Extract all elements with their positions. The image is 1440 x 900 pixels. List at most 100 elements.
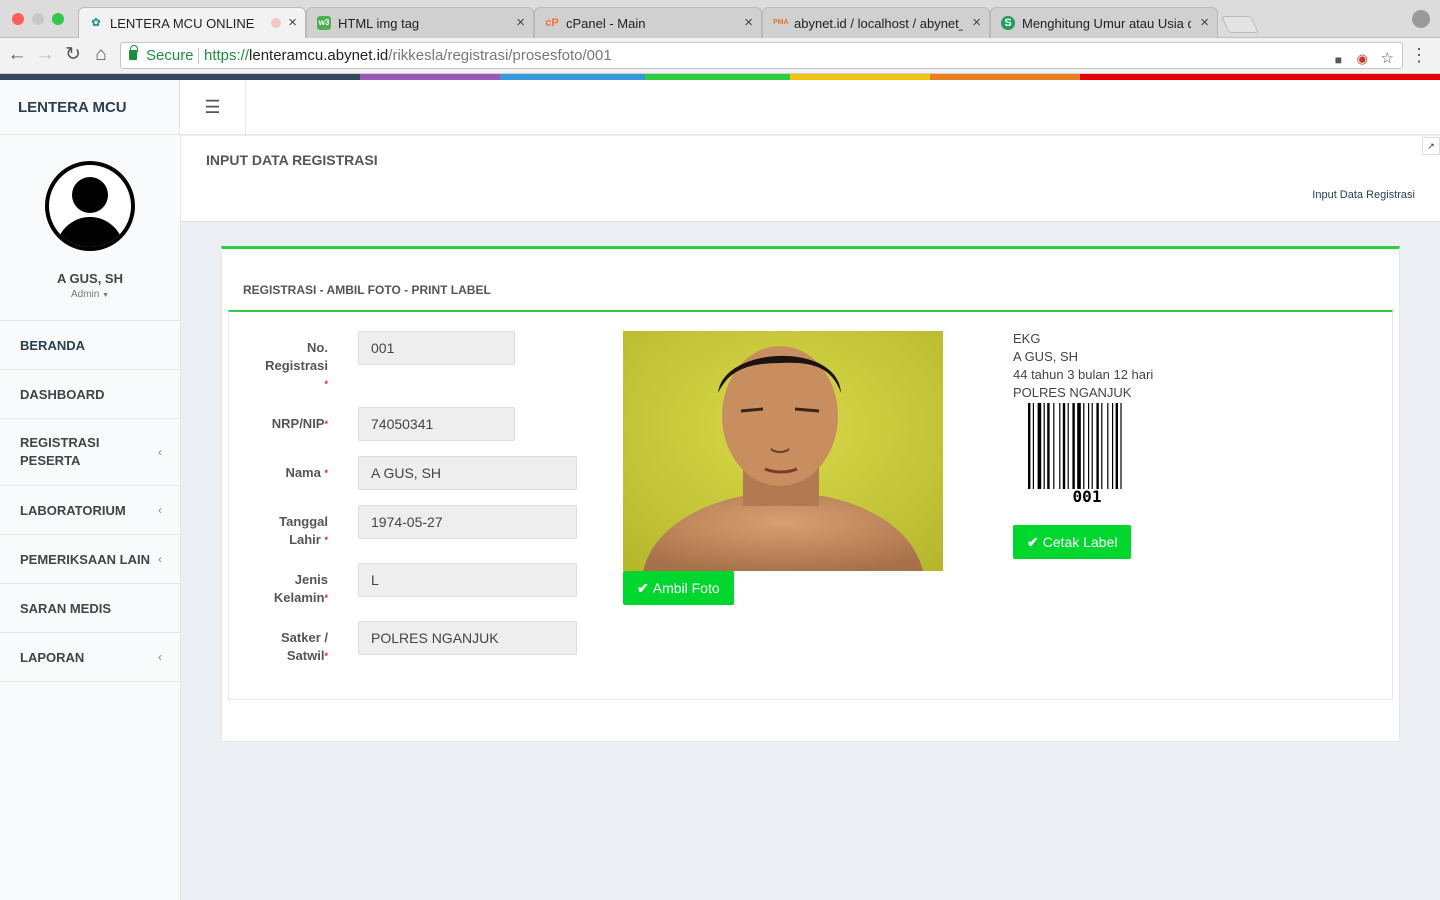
- barcode-image: [1028, 403, 1122, 489]
- reload-icon[interactable]: ↻: [62, 44, 84, 66]
- blocked-content-icon[interactable]: ◉: [1357, 46, 1368, 71]
- maximize-window-button[interactable]: [52, 13, 64, 25]
- address-bar[interactable]: Secure https://lenteramcu.abynet.id/rikk…: [120, 42, 1403, 69]
- required-mark: *: [324, 535, 328, 545]
- close-tab-icon[interactable]: ×: [744, 14, 753, 31]
- barcode-bar: [1037, 403, 1042, 489]
- sidebar-item-label: BERANDA: [20, 338, 85, 353]
- user-name: A GUS, SH: [57, 271, 123, 286]
- close-tab-icon[interactable]: ×: [1200, 14, 1209, 31]
- close-window-button[interactable]: [12, 13, 24, 25]
- sidebar-item-dashboard[interactable]: DASHBOARD: [0, 370, 180, 419]
- caret-down-icon: ▼: [102, 292, 110, 299]
- url-scheme: https://: [204, 47, 250, 64]
- browser-tab[interactable]: S Menghitung Umur atau Usia de ×: [990, 7, 1218, 38]
- button-label: Cetak Label: [1042, 534, 1118, 550]
- photo-image: [623, 331, 943, 571]
- barcode-bar: [1062, 403, 1066, 489]
- chevron-left-icon: ‹: [158, 650, 162, 664]
- close-tab-icon[interactable]: ×: [516, 14, 525, 31]
- back-arrow-icon[interactable]: ←: [6, 44, 28, 66]
- tab-title: abynet.id / localhost / abynet_l: [794, 16, 963, 31]
- user-panel: A GUS, SH Admin ▼: [0, 135, 180, 321]
- user-role-dropdown[interactable]: Admin ▼: [0, 289, 180, 300]
- browser-tab[interactable]: PMA abynet.id / localhost / abynet_l ×: [762, 7, 990, 38]
- label-text: No.: [307, 340, 328, 355]
- barcode-bar: [1083, 403, 1085, 489]
- sidebar-item-beranda[interactable]: BERANDA: [0, 321, 180, 370]
- tab-title: Menghitung Umur atau Usia de: [1022, 16, 1191, 31]
- label-text: Registrasi: [265, 358, 328, 373]
- barcode-bar: [1120, 403, 1122, 489]
- browser-tab[interactable]: ✿ LENTERA MCU ONLINE ×: [78, 7, 306, 39]
- barcode-bar: [1091, 403, 1093, 489]
- secure-label: Secure: [146, 47, 194, 64]
- sidebar-item-label: PEMERIKSAAN LAIN: [20, 552, 151, 567]
- camera-icon[interactable]: ■: [1335, 48, 1342, 73]
- home-icon[interactable]: ⌂: [90, 44, 112, 66]
- browser-tab-strip: ✿ LENTERA MCU ONLINE × w3 HTML img tag ×…: [0, 0, 1440, 39]
- barcode-bar: [1088, 403, 1090, 489]
- label-text: Satker /: [281, 630, 328, 645]
- required-mark: *: [324, 419, 328, 429]
- minimize-window-button[interactable]: [32, 13, 44, 25]
- sidebar-item-pemeriksaan-lain[interactable]: PEMERIKSAAN LAIN ‹: [0, 535, 180, 584]
- label-text: Tanggal: [279, 514, 328, 529]
- check-icon: ✔: [1027, 534, 1039, 550]
- sidebar-item-laporan[interactable]: LAPORAN ‹: [0, 633, 180, 682]
- url-host: lenteramcu.abynet.id: [249, 47, 389, 64]
- tab-title: HTML img tag: [338, 16, 420, 31]
- barcode-bar: [1112, 403, 1114, 489]
- barcode-bar: [1028, 403, 1031, 489]
- sidebar-item-laboratorium[interactable]: LABORATORIUM ‹: [0, 486, 180, 535]
- leaf-favicon-icon: ✿: [91, 17, 101, 29]
- app-logo[interactable]: LENTERA MCU: [0, 80, 180, 135]
- chevron-left-icon: ‹: [158, 503, 162, 517]
- chevron-left-icon: ‹: [158, 445, 162, 459]
- label-exam-type: EKG: [1013, 331, 1041, 346]
- tanggal-lahir-input[interactable]: [358, 505, 577, 539]
- label-text: NRP/NIP: [271, 416, 325, 431]
- new-tab-button[interactable]: [1221, 16, 1259, 33]
- close-tab-icon[interactable]: ×: [972, 14, 981, 31]
- browser-menu-icon[interactable]: ⋮: [1410, 45, 1428, 66]
- sidebar-menu: BERANDA DASHBOARD REGISTRASI PESERTA ‹ LA…: [0, 321, 180, 682]
- box-title: REGISTRASI - AMBIL FOTO - PRINT LABEL: [243, 283, 491, 297]
- sidebar-item-label: REGISTRASI PESERTA: [20, 435, 100, 468]
- nrp-nip-input[interactable]: [358, 407, 515, 441]
- forward-arrow-icon[interactable]: →: [34, 44, 56, 66]
- field-label-satker: Satker / Satwil*: [230, 629, 328, 665]
- expand-icon[interactable]: ↗: [1422, 137, 1440, 155]
- field-label-jenis-kelamin: Jenis Kelamin*: [230, 571, 328, 607]
- hamburger-icon[interactable]: ☰: [180, 80, 246, 135]
- breadcrumb[interactable]: Input Data Registrasi: [1312, 189, 1415, 201]
- cetak-label-button[interactable]: ✔ Cetak Label: [1013, 525, 1132, 559]
- sidebar: A GUS, SH Admin ▼ BERANDA DASHBOARD REGI…: [0, 135, 181, 900]
- satker-input[interactable]: [358, 621, 577, 655]
- required-mark: *: [324, 468, 328, 478]
- tab-title: cPanel - Main: [566, 16, 646, 31]
- ambil-foto-button[interactable]: ✔ Ambil Foto: [623, 571, 734, 605]
- divider: [198, 48, 199, 64]
- barcode-bar: [1047, 403, 1050, 489]
- barcode-bar: [1107, 403, 1109, 489]
- sidebar-item-saran-medis[interactable]: SARAN MEDIS: [0, 584, 180, 633]
- required-mark: *: [324, 651, 328, 661]
- nama-input[interactable]: [358, 456, 577, 490]
- close-tab-icon[interactable]: ×: [288, 14, 297, 31]
- label-age: 44 tahun 3 bulan 12 hari: [1013, 367, 1154, 382]
- sidebar-item-registrasi-peserta[interactable]: REGISTRASI PESERTA ‹: [0, 419, 180, 486]
- browser-tab[interactable]: cP cPanel - Main ×: [534, 7, 762, 38]
- chevron-left-icon: ‹: [158, 552, 162, 566]
- content-header: INPUT DATA REGISTRASI Input Data Registr…: [181, 136, 1440, 222]
- browser-tab[interactable]: w3 HTML img tag ×: [306, 7, 534, 38]
- barcode-bar: [1032, 403, 1034, 489]
- user-role: Admin: [70, 289, 100, 300]
- top-navbar: [246, 80, 1440, 135]
- label-text: Lahir: [289, 532, 321, 547]
- no-registrasi-input[interactable]: [358, 331, 515, 365]
- bookmark-star-icon[interactable]: ☆: [1381, 46, 1394, 71]
- phpmyadmin-favicon-icon: PMA: [773, 19, 789, 26]
- profile-icon[interactable]: [1412, 10, 1430, 28]
- jenis-kelamin-input[interactable]: [358, 563, 577, 597]
